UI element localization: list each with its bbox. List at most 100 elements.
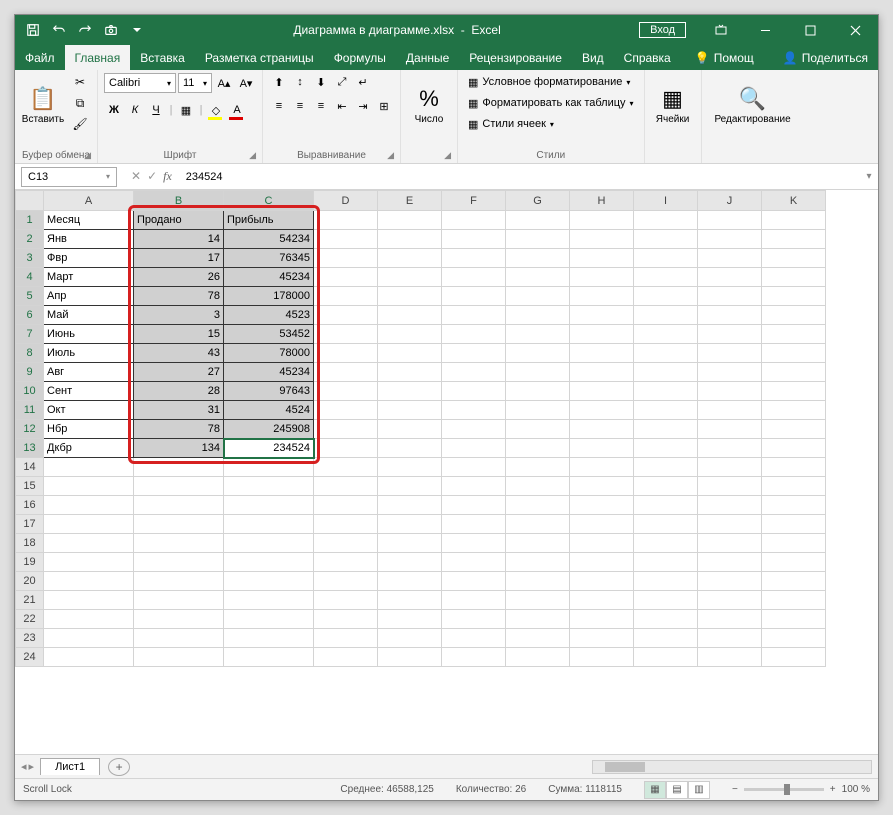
cell-I4[interactable]: [634, 268, 698, 287]
row-header-2[interactable]: 2: [16, 230, 44, 249]
cell-G17[interactable]: [506, 515, 570, 534]
cell-F11[interactable]: [442, 401, 506, 420]
cell-D18[interactable]: [314, 534, 378, 553]
row-header-11[interactable]: 11: [16, 401, 44, 420]
qat-customize-icon[interactable]: [125, 18, 149, 42]
row-header-19[interactable]: 19: [16, 553, 44, 572]
cell-F17[interactable]: [442, 515, 506, 534]
cell-B5[interactable]: 78: [134, 287, 224, 306]
cell-K1[interactable]: [762, 211, 826, 230]
cell-K10[interactable]: [762, 382, 826, 401]
zoom-in-icon[interactable]: +: [830, 784, 836, 795]
cell-F10[interactable]: [442, 382, 506, 401]
cell-K12[interactable]: [762, 420, 826, 439]
cell-C12[interactable]: 245908: [224, 420, 314, 439]
cell-H15[interactable]: [570, 477, 634, 496]
cell-H2[interactable]: [570, 230, 634, 249]
column-header-A[interactable]: A: [44, 191, 134, 211]
row-header-15[interactable]: 15: [16, 477, 44, 496]
cell-B15[interactable]: [134, 477, 224, 496]
cell-G15[interactable]: [506, 477, 570, 496]
cell-I19[interactable]: [634, 553, 698, 572]
cell-K9[interactable]: [762, 363, 826, 382]
align-center-icon[interactable]: ≡: [290, 96, 310, 116]
cell-J12[interactable]: [698, 420, 762, 439]
cell-G23[interactable]: [506, 629, 570, 648]
row-header-24[interactable]: 24: [16, 648, 44, 667]
cell-I6[interactable]: [634, 306, 698, 325]
tab-page-layout[interactable]: Разметка страницы: [195, 45, 324, 70]
sheet-nav-prev-icon[interactable]: ◂: [21, 760, 27, 773]
row-header-14[interactable]: 14: [16, 458, 44, 477]
cell-C14[interactable]: [224, 458, 314, 477]
cell-D2[interactable]: [314, 230, 378, 249]
grow-font-icon[interactable]: A▴: [214, 73, 234, 93]
cell-G6[interactable]: [506, 306, 570, 325]
cell-J23[interactable]: [698, 629, 762, 648]
cell-F21[interactable]: [442, 591, 506, 610]
merge-icon[interactable]: ⊞: [374, 96, 394, 116]
cell-D12[interactable]: [314, 420, 378, 439]
zoom-level[interactable]: 100 %: [842, 784, 870, 795]
row-header-22[interactable]: 22: [16, 610, 44, 629]
cell-C3[interactable]: 76345: [224, 249, 314, 268]
align-right-icon[interactable]: ≡: [311, 96, 331, 116]
cell-H11[interactable]: [570, 401, 634, 420]
cell-D3[interactable]: [314, 249, 378, 268]
select-all-corner[interactable]: [16, 191, 44, 211]
cell-J13[interactable]: [698, 439, 762, 458]
cell-C2[interactable]: 54234: [224, 230, 314, 249]
row-header-4[interactable]: 4: [16, 268, 44, 287]
cell-A19[interactable]: [44, 553, 134, 572]
column-header-H[interactable]: H: [570, 191, 634, 211]
cell-A3[interactable]: Фвр: [44, 249, 134, 268]
cell-B21[interactable]: [134, 591, 224, 610]
cell-I12[interactable]: [634, 420, 698, 439]
cell-C6[interactable]: 4523: [224, 306, 314, 325]
cell-B2[interactable]: 14: [134, 230, 224, 249]
horizontal-scrollbar[interactable]: [592, 760, 872, 774]
login-button[interactable]: Вход: [639, 22, 686, 38]
cell-H19[interactable]: [570, 553, 634, 572]
cell-B8[interactable]: 43: [134, 344, 224, 363]
column-header-B[interactable]: B: [134, 191, 224, 211]
cell-A14[interactable]: [44, 458, 134, 477]
cell-C17[interactable]: [224, 515, 314, 534]
cell-G22[interactable]: [506, 610, 570, 629]
page-break-view-icon[interactable]: ▥: [688, 781, 710, 799]
cell-F12[interactable]: [442, 420, 506, 439]
add-sheet-button[interactable]: +: [108, 758, 130, 776]
cell-K3[interactable]: [762, 249, 826, 268]
cell-G11[interactable]: [506, 401, 570, 420]
cell-K21[interactable]: [762, 591, 826, 610]
cell-G3[interactable]: [506, 249, 570, 268]
cell-I22[interactable]: [634, 610, 698, 629]
cell-G8[interactable]: [506, 344, 570, 363]
cell-D20[interactable]: [314, 572, 378, 591]
cell-I16[interactable]: [634, 496, 698, 515]
align-left-icon[interactable]: ≡: [269, 96, 289, 116]
cell-K5[interactable]: [762, 287, 826, 306]
cell-I1[interactable]: [634, 211, 698, 230]
cell-E9[interactable]: [378, 363, 442, 382]
cell-J6[interactable]: [698, 306, 762, 325]
cell-F15[interactable]: [442, 477, 506, 496]
font-size-select[interactable]: 11▾: [178, 73, 212, 93]
cell-J18[interactable]: [698, 534, 762, 553]
align-bottom-icon[interactable]: ⬇: [311, 72, 331, 92]
cell-A16[interactable]: [44, 496, 134, 515]
row-header-7[interactable]: 7: [16, 325, 44, 344]
cell-E24[interactable]: [378, 648, 442, 667]
cell-E6[interactable]: [378, 306, 442, 325]
cell-F6[interactable]: [442, 306, 506, 325]
cell-I7[interactable]: [634, 325, 698, 344]
cell-J7[interactable]: [698, 325, 762, 344]
cell-E23[interactable]: [378, 629, 442, 648]
cell-C9[interactable]: 45234: [224, 363, 314, 382]
cell-styles-button[interactable]: ▦Стили ячеек▾: [464, 114, 638, 134]
cell-B24[interactable]: [134, 648, 224, 667]
cell-D17[interactable]: [314, 515, 378, 534]
cell-H23[interactable]: [570, 629, 634, 648]
cell-E17[interactable]: [378, 515, 442, 534]
cell-D14[interactable]: [314, 458, 378, 477]
